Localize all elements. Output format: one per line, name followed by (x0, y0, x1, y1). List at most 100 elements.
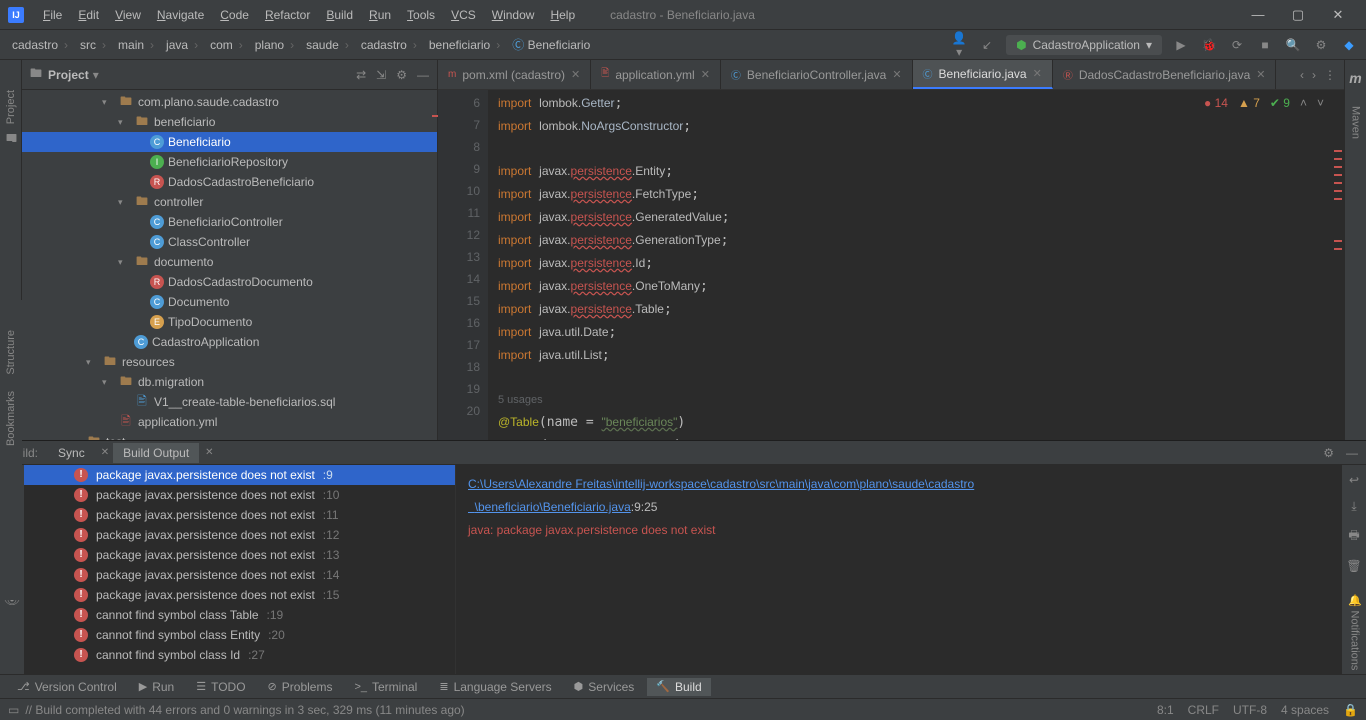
vcs-update-icon[interactable]: ↙ (978, 38, 996, 52)
tree-node-application.yml[interactable]: 🖹application.yml (22, 412, 437, 432)
error-count[interactable]: ● 14 (1204, 96, 1228, 110)
debug-button[interactable]: 🐞 (1200, 38, 1218, 52)
menu-build[interactable]: Build (319, 5, 360, 25)
tree-node-V1__create-table-beneficiarios.sql[interactable]: 🖹V1__create-table-beneficiarios.sql (22, 392, 437, 412)
close-button[interactable]: ✕ (1326, 7, 1350, 23)
ok-count[interactable]: ✔ 9 (1270, 96, 1290, 110)
build-tab-output[interactable]: Build Output (113, 443, 199, 463)
caret-position[interactable]: 8:1 (1157, 703, 1174, 717)
prev-tab-icon[interactable]: ‹ (1300, 68, 1304, 82)
editor-body[interactable]: 67891011121314151617181920 import lombok… (438, 90, 1344, 440)
next-tab-icon[interactable]: › (1312, 68, 1316, 82)
build-output[interactable]: C:\Users\Alexandre Freitas\intellij-work… (456, 465, 1342, 674)
readonly-lock-icon[interactable]: 🔒 (1343, 703, 1358, 717)
menu-navigate[interactable]: Navigate (150, 5, 211, 25)
crumb-plano[interactable]: plano (251, 36, 300, 54)
menu-edit[interactable]: Edit (71, 5, 106, 25)
tab-pom.xml (cadastro)[interactable]: mpom.xml (cadastro)✕ (438, 60, 591, 89)
run-config-selector[interactable]: ⬢ CadastroApplication ▾ (1006, 35, 1162, 55)
tab-Beneficiario.java[interactable]: ⒸBeneficiario.java✕ (913, 60, 1053, 89)
build-error-item[interactable]: !package javax.persistence does not exis… (24, 585, 455, 605)
minimize-button[interactable]: — (1246, 7, 1270, 23)
crumb-cadastro[interactable]: cadastro (8, 36, 74, 54)
tree-node-BeneficiarioRepository[interactable]: IBeneficiarioRepository (22, 152, 437, 172)
build-error-item[interactable]: !package javax.persistence does not exis… (24, 505, 455, 525)
tree-node-db.migration[interactable]: ▾🖿db.migration (22, 372, 437, 392)
select-opened-file-icon[interactable]: ⇄ (356, 68, 366, 82)
build-tab-sync[interactable]: Sync (48, 443, 95, 463)
editor-inspection-status[interactable]: ● 14 ▲ 7 ✔ 9 ˄ ˅ (1204, 96, 1324, 110)
toolwindow-problems[interactable]: ⊘Problems (259, 678, 342, 696)
file-link[interactable]: C:\Users\Alexandre Freitas\intellij-work… (468, 477, 974, 514)
tree-node-beneficiario[interactable]: ▾🖿beneficiario (22, 112, 437, 132)
toolwindow-run[interactable]: ▶Run (130, 678, 183, 696)
toolwindow-build[interactable]: 🔨Build (647, 678, 710, 696)
menu-code[interactable]: Code (213, 5, 256, 25)
tree-node-resources[interactable]: ▾🖿resources (22, 352, 437, 372)
tree-node-ClassController[interactable]: CClassController (22, 232, 437, 252)
expand-all-icon[interactable]: ⇲ (376, 68, 386, 82)
run-button[interactable]: ▶ (1172, 38, 1190, 52)
toolwindow-todo[interactable]: ☰TODO (187, 678, 254, 696)
tree-node-Documento[interactable]: CDocumento (22, 292, 437, 312)
tree-node-TipoDocumento[interactable]: ETipoDocumento (22, 312, 437, 332)
maximize-button[interactable]: ▢ (1286, 7, 1310, 23)
crumb-java[interactable]: java (162, 36, 204, 54)
build-error-item[interactable]: !cannot find symbol class Table :19 (24, 605, 455, 625)
next-highlight-icon[interactable]: ˅ (1317, 96, 1324, 110)
crumb-cadastro[interactable]: cadastro (357, 36, 423, 54)
build-error-item[interactable]: !package javax.persistence does not exis… (24, 465, 455, 485)
stop-button[interactable]: ■ (1256, 38, 1274, 52)
menu-window[interactable]: Window (485, 5, 542, 25)
prev-highlight-icon[interactable]: ˄ (1300, 96, 1307, 110)
menu-refactor[interactable]: Refactor (258, 5, 317, 25)
tab-list-icon[interactable]: ⋮ (1324, 68, 1336, 82)
gear-icon[interactable]: ⚙ (1323, 446, 1334, 460)
search-icon[interactable]: 🔍 (1284, 38, 1302, 52)
tree-node-DadosCadastroBeneficiario[interactable]: RDadosCadastroBeneficiario (22, 172, 437, 192)
user-icon[interactable]: 👤▾ (950, 31, 968, 59)
close-tab-icon[interactable]: ✕ (701, 68, 710, 81)
settings-icon[interactable]: ⚙ (1312, 38, 1330, 52)
toolwindow-terminal[interactable]: >_Terminal (345, 678, 426, 696)
tree-node-com.plano.saude.cadastro[interactable]: ▾🖿com.plano.saude.cadastro (22, 92, 437, 112)
tree-node-documento[interactable]: ▾🖿documento (22, 252, 437, 272)
maven-tool-button[interactable]: Maven (1350, 106, 1362, 139)
hide-icon[interactable]: — (417, 68, 429, 82)
toolwindow-services[interactable]: ⬢Services (565, 678, 644, 696)
build-error-item[interactable]: !package javax.persistence does not exis… (24, 545, 455, 565)
error-stripe[interactable] (1332, 90, 1344, 440)
close-tab-icon[interactable]: ✕ (1033, 67, 1042, 80)
tree-node-BeneficiarioController[interactable]: CBeneficiarioController (22, 212, 437, 232)
menu-run[interactable]: Run (362, 5, 398, 25)
build-error-item[interactable]: !cannot find symbol class Entity :20 (24, 625, 455, 645)
crumb-beneficiario[interactable]: beneficiario (425, 36, 506, 54)
tree-node-CadastroApplication[interactable]: CCadastroApplication (22, 332, 437, 352)
build-error-item[interactable]: !package javax.persistence does not exis… (24, 525, 455, 545)
build-error-list[interactable]: !package javax.persistence does not exis… (24, 465, 456, 674)
file-encoding[interactable]: UTF-8 (1233, 703, 1267, 717)
crumb-src[interactable]: src (76, 36, 112, 54)
hide-icon[interactable]: — (1346, 446, 1358, 460)
tree-node-controller[interactable]: ▾🖿controller (22, 192, 437, 212)
close-tab-icon[interactable]: ✕ (1256, 68, 1265, 81)
status-icon[interactable]: ▭ (8, 703, 19, 717)
notifications-tool-button[interactable]: 🔔 Notifications (1349, 594, 1362, 670)
menu-view[interactable]: View (108, 5, 148, 25)
tab-DadosCadastroBeneficiario.java[interactable]: ⓇDadosCadastroBeneficiario.java✕ (1053, 60, 1277, 89)
project-tree[interactable]: ▾🖿com.plano.saude.cadastro▾🖿beneficiario… (22, 90, 437, 440)
ide-update-icon[interactable]: ◆ (1340, 38, 1358, 52)
menu-tools[interactable]: Tools (400, 5, 442, 25)
menu-file[interactable]: File (36, 5, 69, 25)
tree-node-Beneficiario[interactable]: CBeneficiario (22, 132, 437, 152)
build-error-item[interactable]: !package javax.persistence does not exis… (24, 565, 455, 585)
tree-node-DadosCadastroDocumento[interactable]: RDadosCadastroDocumento (22, 272, 437, 292)
gear-icon[interactable]: ⚙ (396, 68, 407, 82)
coverage-button[interactable]: ⟳ (1228, 38, 1246, 52)
indent-setting[interactable]: 4 spaces (1281, 703, 1329, 717)
crumb-saude[interactable]: saude (302, 36, 355, 54)
tab-application.yml[interactable]: 🖹application.yml✕ (591, 60, 721, 89)
chevron-down-icon[interactable]: ▾ (93, 68, 99, 82)
tree-node-test[interactable]: ▾🖿test (22, 432, 437, 440)
warning-count[interactable]: ▲ 7 (1238, 96, 1260, 110)
